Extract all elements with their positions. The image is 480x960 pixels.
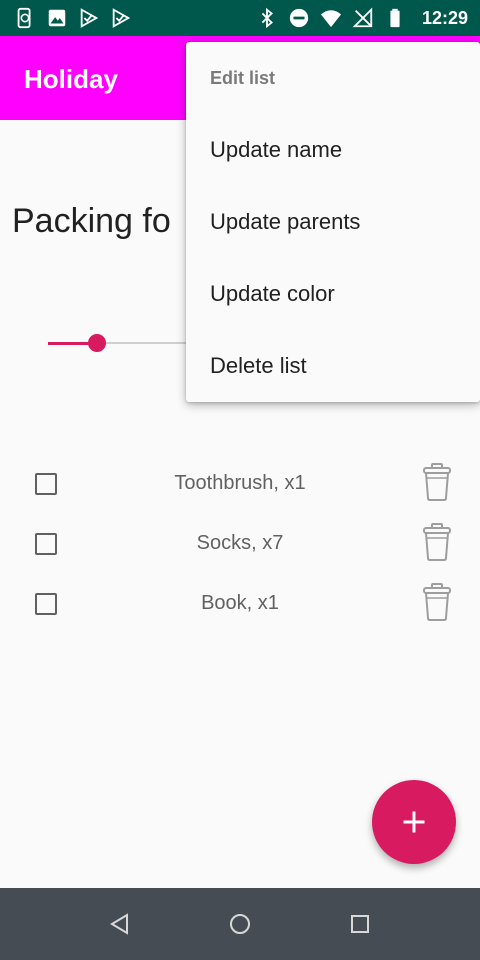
menu-header: Edit list xyxy=(210,68,276,88)
list-item: Socks, x7 xyxy=(0,514,480,574)
edit-list-menu: Edit list Update name Update parents Upd… xyxy=(186,42,480,402)
item-label: Socks, x7 xyxy=(196,532,284,554)
bluetooth-icon xyxy=(261,7,273,29)
list-title: Packing fo xyxy=(12,202,171,240)
item-list: Toothbrush, x1 Socks, x7 Book, x1 xyxy=(0,454,480,634)
menu-item-delete-list[interactable]: Delete list xyxy=(186,330,480,402)
item-label: Toothbrush, x1 xyxy=(174,472,306,494)
item-label: Book, x1 xyxy=(201,592,279,614)
wifi-icon xyxy=(320,10,342,28)
menu-item-update-name[interactable]: Update name xyxy=(186,114,480,186)
app-bar-title: Holiday xyxy=(24,64,118,94)
check-flag-icon xyxy=(112,8,131,28)
list-item: Toothbrush, x1 xyxy=(0,454,480,514)
item-checkbox[interactable] xyxy=(35,473,57,495)
back-triangle-icon[interactable] xyxy=(108,912,132,936)
recents-square-icon[interactable] xyxy=(348,912,372,936)
slider-thumb[interactable] xyxy=(88,334,106,352)
progress-slider[interactable] xyxy=(48,330,198,356)
check-flag-icon xyxy=(80,8,99,28)
plus-icon xyxy=(403,811,425,833)
menu-item-update-color[interactable]: Update color xyxy=(186,258,480,330)
status-bar: 12:29 xyxy=(0,0,480,36)
list-item: Book, x1 xyxy=(0,574,480,634)
trash-icon[interactable] xyxy=(421,522,453,562)
menu-item-update-parents[interactable]: Update parents xyxy=(186,186,480,258)
home-circle-icon[interactable] xyxy=(228,912,252,936)
add-item-button[interactable] xyxy=(372,780,456,864)
trash-icon[interactable] xyxy=(421,462,453,502)
item-checkbox[interactable] xyxy=(35,533,57,555)
phone-sync-icon xyxy=(17,7,31,29)
item-checkbox[interactable] xyxy=(35,593,57,615)
status-time: 12:29 xyxy=(421,7,468,28)
battery-icon xyxy=(390,8,400,28)
image-icon xyxy=(48,9,66,27)
navigation-bar xyxy=(0,888,480,960)
trash-icon[interactable] xyxy=(421,582,453,622)
no-signal-icon xyxy=(352,7,373,28)
do-not-disturb-icon xyxy=(289,8,309,28)
